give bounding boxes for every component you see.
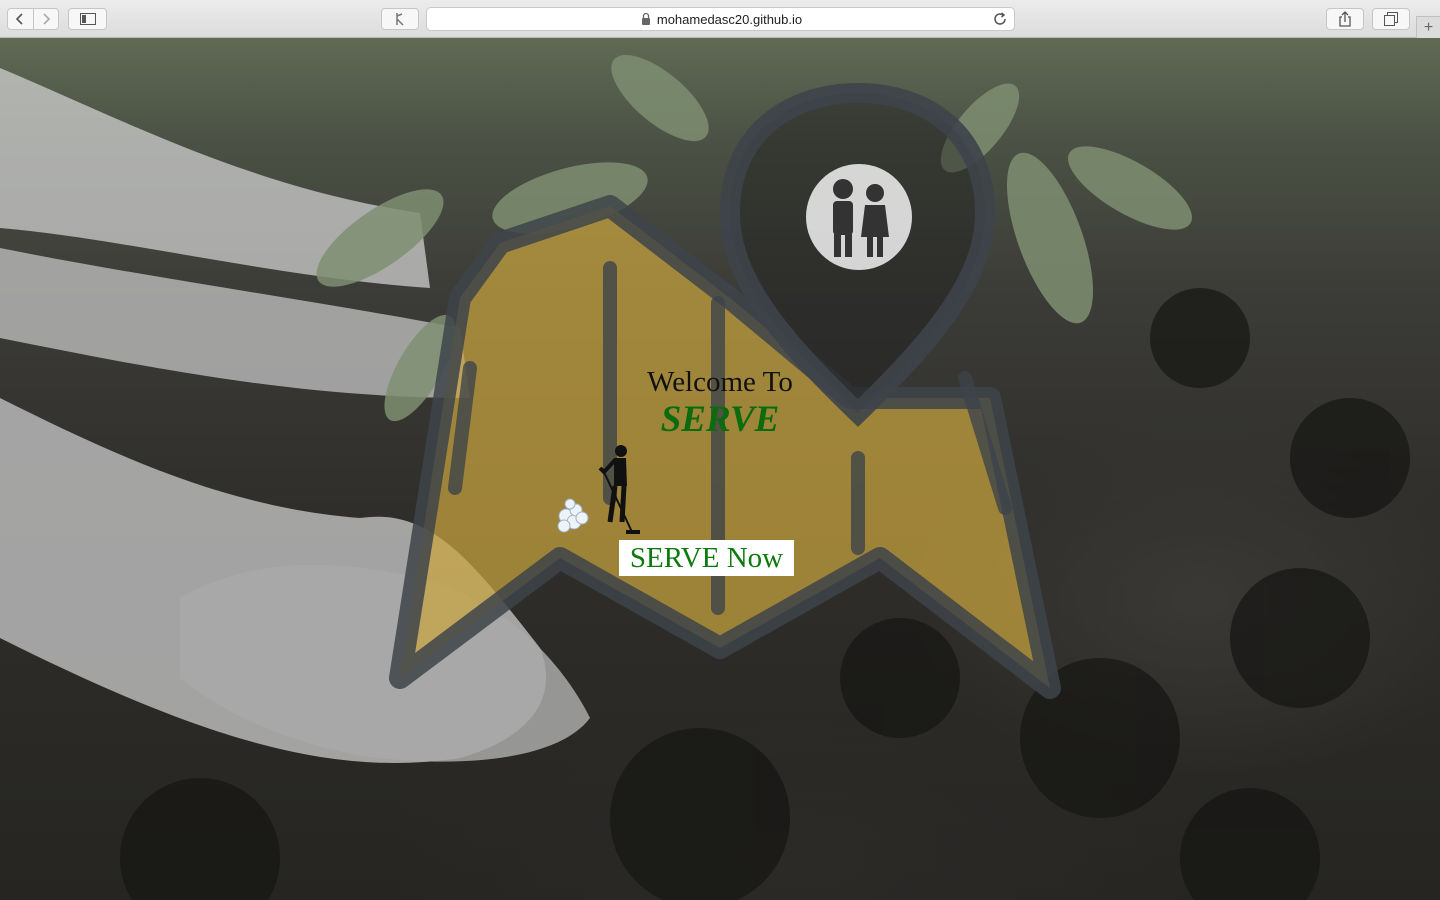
reader-button[interactable] [381, 8, 419, 30]
browser-toolbar: mohamedasc20.github.io + [0, 0, 1440, 38]
reload-icon[interactable] [992, 11, 1008, 27]
plus-icon: + [1423, 18, 1434, 36]
tabs-overview-button[interactable] [1372, 8, 1410, 30]
serve-now-button[interactable]: SERVE Now [619, 540, 794, 576]
nav-buttons [7, 8, 59, 30]
new-tab-button[interactable]: + [1416, 16, 1440, 38]
volunteer-sweeping-icon [557, 445, 640, 534]
sidebar-icon [79, 13, 96, 25]
forward-button[interactable] [32, 9, 58, 29]
brand-title: SERVE [660, 399, 780, 440]
welcome-heading: Welcome To [647, 366, 793, 398]
back-button[interactable] [8, 9, 33, 29]
tabs-overview-icon [1384, 12, 1398, 26]
people-icon [806, 164, 912, 270]
lock-icon [641, 12, 650, 25]
reader-icon [396, 13, 404, 26]
chevron-left-icon [16, 13, 24, 25]
sidebar-button[interactable] [68, 8, 107, 30]
address-bar[interactable]: mohamedasc20.github.io [426, 7, 1015, 31]
url-text: mohamedasc20.github.io [656, 11, 803, 27]
chevron-right-icon [43, 13, 51, 25]
hero-background [0, 54, 1410, 900]
landing-page: Welcome To SERVE SERVE Now [0, 38, 1440, 900]
share-icon [1339, 11, 1351, 27]
share-button[interactable] [1326, 8, 1364, 30]
